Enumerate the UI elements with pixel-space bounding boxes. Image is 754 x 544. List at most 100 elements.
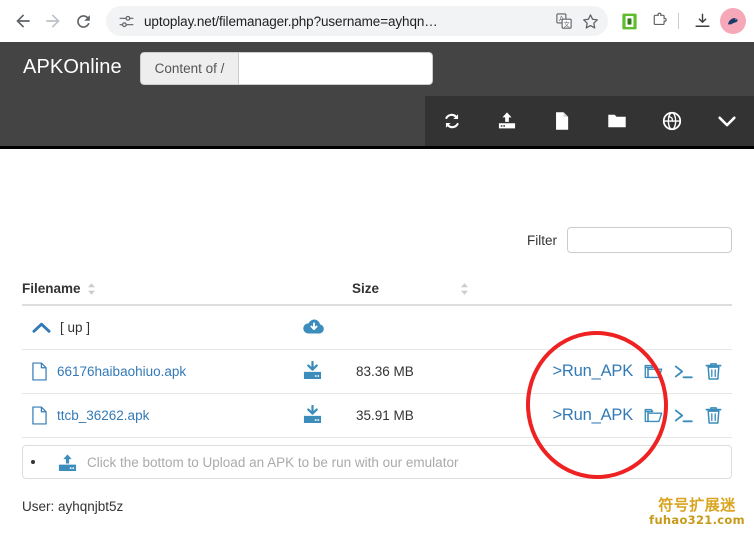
more-button[interactable] — [699, 96, 754, 146]
column-header-filename-label: Filename — [22, 281, 81, 296]
back-arrow-icon — [16, 14, 30, 28]
path-input[interactable] — [238, 52, 433, 85]
filter-label: Filter — [527, 232, 557, 248]
file-table: Filename Size [up] 66176haibaohiuo.apk… — [22, 273, 732, 438]
file-size-cell: 35.91 MB — [356, 408, 414, 423]
file-glyph-icon — [32, 406, 47, 425]
cloud-download-glyph — [303, 319, 324, 333]
download-icon[interactable] — [302, 360, 323, 383]
rename-glyph-icon — [644, 364, 663, 379]
green-extension-icon — [621, 13, 637, 29]
file-glyph-icon — [32, 362, 47, 381]
reload-button[interactable] — [68, 6, 98, 36]
file-link[interactable]: ttcb_36262.apk — [57, 408, 149, 423]
watermark-en-text: fuhao321.com — [649, 512, 745, 527]
translate-button[interactable]: A 文 — [552, 9, 576, 33]
sort-icon — [87, 282, 96, 296]
file-link[interactable]: 66176haibaohiuo.apk — [57, 364, 186, 379]
file-download-cell — [290, 360, 352, 383]
trash-icon[interactable] — [705, 406, 722, 425]
avatar-icon — [728, 18, 738, 25]
upload-icon — [499, 112, 516, 129]
filter-input[interactable] — [567, 227, 732, 253]
sort-icon — [460, 282, 469, 296]
download-glyph-icon — [303, 360, 322, 379]
upload-icon — [57, 453, 78, 472]
upload-glyph-icon — [58, 453, 77, 471]
remote-globe-button[interactable] — [644, 96, 699, 146]
puzzle-piece-icon — [653, 12, 667, 25]
user-line: User: ayhqnjbt5z — [22, 499, 124, 514]
forward-arrow-icon — [46, 14, 60, 28]
terminal-icon[interactable] — [673, 363, 695, 380]
file-manager-content: Filter Filename Size [up] 66176haibaoh… — [0, 149, 754, 544]
file-actions-cell: >Run_APK — [514, 406, 732, 425]
table-row: 66176haibaohiuo.apk 83.36 MB >Run_APK — [22, 350, 732, 394]
new-folder-icon — [608, 114, 626, 128]
app-brand: APKOnline — [23, 56, 122, 78]
profile-avatar[interactable] — [720, 8, 746, 34]
path-input-group: Content of / — [140, 52, 433, 85]
up-row-download-cell — [290, 317, 352, 339]
terminal-icon[interactable] — [673, 407, 695, 424]
filter-row: Filter — [527, 227, 732, 253]
path-addon-label: Content of / — [140, 52, 238, 85]
up-link[interactable]: [ up ] — [60, 320, 90, 335]
table-row: ttcb_36262.apk 35.91 MB >Run_APK — [22, 394, 732, 438]
downloads-button[interactable] — [689, 8, 715, 34]
file-name-cell: 66176haibaohiuo.apk — [22, 362, 290, 381]
back-button[interactable] — [8, 6, 38, 36]
address-bar[interactable]: uptoplay.net/filemanager.php?username=ay… — [106, 6, 608, 36]
extension-button[interactable] — [616, 8, 642, 34]
file-icon — [32, 406, 47, 425]
translate-icon: A 文 — [556, 13, 572, 29]
new-folder-button[interactable] — [589, 96, 644, 146]
run-apk-button[interactable]: >Run_APK — [553, 362, 634, 381]
new-file-icon — [556, 112, 569, 130]
upload-hint-text: Click the bottom to Upload an APK to be … — [87, 454, 459, 470]
terminal-glyph-icon — [674, 365, 693, 379]
terminal-glyph-icon — [674, 409, 693, 423]
column-header-size-label: Size — [352, 281, 380, 296]
rename-glyph-icon — [644, 408, 663, 423]
tune-sliders-icon — [119, 15, 133, 27]
star-icon — [582, 13, 598, 29]
table-row-up: [ up ] — [22, 306, 732, 350]
url-text: uptoplay.net/filemanager.php?username=ay… — [144, 13, 438, 29]
refresh-icon — [445, 113, 460, 129]
upload-button[interactable] — [480, 96, 535, 146]
chevron-down-icon — [717, 116, 736, 127]
site-settings-icon[interactable] — [116, 11, 136, 31]
column-header-size[interactable]: Size — [352, 281, 454, 296]
app-toolbar — [425, 96, 754, 146]
download-glyph-icon — [303, 404, 322, 423]
rename-icon[interactable] — [643, 363, 663, 380]
trash-glyph-icon — [705, 407, 722, 424]
forward-button[interactable] — [38, 6, 68, 36]
download-icon — [694, 13, 710, 27]
file-icon — [32, 362, 47, 381]
column-header-size-sort[interactable] — [454, 282, 514, 296]
reload-icon — [76, 14, 90, 28]
globe-icon — [662, 111, 681, 131]
download-icon[interactable] — [302, 404, 323, 427]
watermark-cn-text: 符号扩展迷 — [658, 496, 736, 514]
sort-arrows-icon — [461, 282, 468, 295]
svg-text:文: 文 — [563, 19, 570, 28]
file-download-cell — [290, 404, 352, 427]
rename-icon[interactable] — [643, 407, 663, 424]
bullet-marker — [31, 460, 35, 464]
watermark: 符号扩展迷 fuhao321.com — [648, 496, 746, 527]
new-file-button[interactable] — [535, 96, 590, 146]
cloud-download-icon[interactable] — [302, 317, 326, 339]
upload-apk-bar[interactable]: Click the bottom to Upload an APK to be … — [22, 445, 732, 479]
trash-icon[interactable] — [705, 362, 722, 381]
run-apk-button[interactable]: >Run_APK — [553, 406, 634, 425]
up-arrow-icon — [32, 321, 51, 335]
extensions-button[interactable] — [646, 8, 672, 34]
bookmark-button[interactable] — [578, 9, 602, 33]
browser-toolbar: uptoplay.net/filemanager.php?username=ay… — [0, 0, 754, 42]
refresh-button[interactable] — [425, 96, 480, 146]
column-header-filename[interactable]: Filename — [22, 281, 290, 296]
up-row-name-cell: [ up ] — [22, 320, 290, 335]
